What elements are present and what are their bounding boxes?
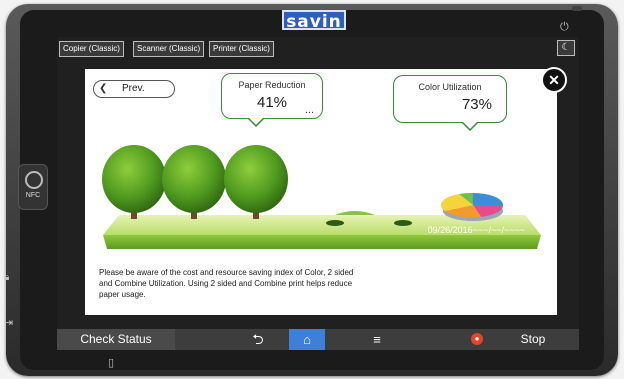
energy-saver-moon-icon[interactable]: ☾ — [557, 40, 575, 56]
data-in-icon: ▯ — [108, 356, 115, 369]
eco-dialog: ❮ Prev. Paper Reduction 41% ... Color Ut… — [85, 69, 557, 315]
close-button[interactable]: ✕ — [541, 67, 567, 93]
sensor-indicator — [572, 6, 582, 11]
prev-button[interactable]: ❮ Prev. — [93, 80, 175, 98]
login-icon[interactable]: ⇥ — [4, 316, 13, 329]
empty-hole — [394, 220, 412, 226]
chevron-left-icon: ❮ — [99, 83, 108, 94]
nfc-icon — [25, 171, 43, 189]
color-utilization-value: 73% — [461, 96, 492, 113]
bottom-bar: Check Status ⮌ ⌂ ≡ ● Stop — [57, 329, 579, 350]
tab-printer[interactable]: Printer (Classic) — [209, 41, 274, 57]
lock-icon: 🔒︎ — [4, 272, 10, 283]
paper-reduction-title: Paper Reduction — [238, 80, 306, 90]
nfc-reader: NFC — [18, 164, 48, 210]
tree-icon — [162, 145, 226, 219]
nfc-label: NFC — [25, 192, 41, 199]
back-icon[interactable]: ⮌ — [243, 329, 273, 350]
eco-illustration: 09/26/2016~~~/~~/~~~~ — [102, 145, 541, 249]
tree-icon — [102, 145, 166, 219]
description-text: Please be aware of the cost and resource… — [99, 268, 354, 299]
color-utilization-bubble: Color Utilization 73% — [393, 75, 507, 131]
tab-scanner[interactable]: Scanner (Classic) — [133, 41, 205, 57]
color-utilization-title: Color Utilization — [418, 82, 482, 92]
paper-reduction-bubble: Paper Reduction 41% ... — [221, 73, 323, 127]
tab-copier[interactable]: Copier (Classic) — [59, 41, 124, 57]
menu-icon[interactable]: ≡ — [365, 329, 389, 350]
stop-button[interactable]: Stop — [513, 329, 553, 350]
check-status-button[interactable]: Check Status — [57, 329, 175, 350]
tree-icon — [224, 145, 288, 219]
touch-screen: Copier (Classic) Scanner (Classic) Print… — [57, 37, 579, 350]
pie-chart-icon — [440, 192, 504, 221]
more-dots-icon: ... — [304, 104, 314, 116]
grass-platform-front — [103, 235, 541, 249]
stop-icon[interactable]: ● — [471, 333, 483, 345]
grass-tuft — [335, 211, 375, 215]
date-range: 09/26/2016~~~/~~/~~~~ — [428, 225, 525, 235]
empty-hole — [326, 220, 344, 226]
power-icon[interactable]: ⏻ — [560, 20, 569, 34]
brand-logo: savin — [282, 10, 346, 32]
home-icon[interactable]: ⌂ — [289, 329, 325, 350]
bubble-tail — [248, 118, 264, 127]
